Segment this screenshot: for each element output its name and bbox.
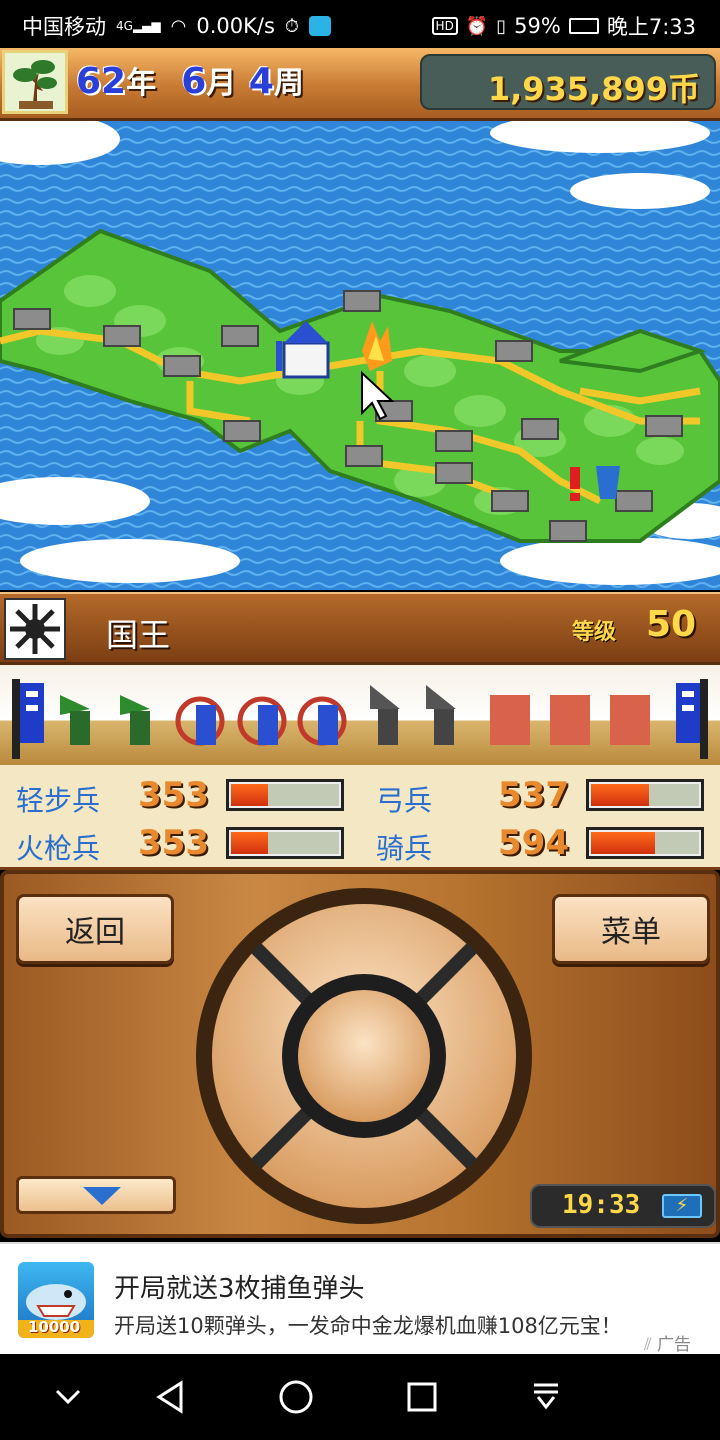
army-formation	[0, 662, 720, 768]
bonsai-tree-icon[interactable]	[2, 50, 68, 114]
year-unit: 年	[126, 66, 157, 101]
menu-button[interactable]: 菜单	[552, 894, 710, 964]
battery-icon	[568, 18, 599, 34]
map-canvas	[0, 121, 720, 590]
month-value: 6	[181, 61, 207, 102]
collapse-button[interactable]	[16, 1176, 176, 1214]
game-date: 62年 6月 4周	[76, 58, 304, 102]
infantry-soldiers-icon	[60, 695, 150, 745]
light-infantry-value: 353	[138, 775, 209, 815]
back-button[interactable]: 返回	[16, 894, 174, 964]
back-nav-button[interactable]	[142, 1372, 198, 1422]
ad-thumb-text: 10000	[28, 1318, 81, 1336]
archer-soldiers-icon	[175, 696, 347, 746]
troop-stats: 轻步兵 353 弓兵 537 火枪兵 353 骑兵 594	[0, 765, 720, 870]
navigation-bar	[0, 1354, 720, 1440]
timer-icon: ⏱	[284, 15, 299, 37]
cavalry-label: 骑兵	[376, 832, 433, 865]
year-value: 62	[76, 61, 127, 102]
status-bar: 中国移动 4G▂▄▆ ◠ 0.00K/s ⏱ HD ⏰ ▯ 59% 晚上7:33	[0, 0, 720, 48]
coin-counter: 1,935,899币	[420, 54, 716, 110]
ad-description: 开局送10颗弹头，一发命中金龙爆机血赚108亿元宝！	[114, 1314, 622, 1338]
coin-amount: 1,935,899币	[487, 70, 700, 108]
cavalry-soldiers-icon	[490, 695, 650, 745]
archer-value: 537	[498, 775, 569, 815]
chevron-down-icon	[83, 1187, 121, 1205]
ad-logo-icon: ⫽	[644, 1335, 652, 1355]
alarm-icon: ⏰	[465, 15, 489, 37]
notification-nav-button[interactable]	[518, 1372, 574, 1422]
archer-bar	[586, 779, 704, 811]
ad-shark-image[interactable]: 10000	[18, 1262, 94, 1338]
clan-crest-icon	[4, 598, 66, 660]
light-infantry-bar	[226, 779, 344, 811]
home-nav-button[interactable]	[268, 1372, 324, 1422]
direction-pad[interactable]	[196, 888, 532, 1224]
musketeer-label: 火枪兵	[16, 832, 101, 865]
musketeer-bar	[226, 827, 344, 859]
back-triangle-icon	[156, 1380, 183, 1414]
carrier-label: 中国移动	[22, 15, 106, 39]
light-infantry-label: 轻步兵	[16, 784, 101, 817]
ad-tag: ⫽ 广告	[644, 1335, 691, 1355]
ad-title[interactable]: 开局就送3枚捕鱼弹头	[114, 1268, 365, 1305]
hide-nav-button[interactable]	[40, 1372, 96, 1422]
signal-icon: 4G▂▄▆	[116, 19, 161, 33]
battery-percent: 59%	[514, 14, 561, 38]
world-map[interactable]	[0, 121, 720, 590]
vibrate-icon: ▯	[496, 15, 507, 37]
network-speed: 0.00K/s	[196, 14, 275, 38]
hd-icon: HD	[431, 17, 458, 35]
wifi-icon: ◠	[170, 15, 187, 37]
level-value: 50	[646, 604, 697, 645]
cavalry-bar	[586, 827, 704, 859]
clock-time: 19:33	[562, 1190, 641, 1220]
cavalry-value: 594	[498, 823, 569, 863]
game-clock: 19:33 ⚡	[530, 1184, 716, 1228]
week-value: 4	[248, 61, 274, 102]
week-unit: 周	[273, 66, 304, 101]
recents-square-icon	[407, 1382, 437, 1412]
clock-label: 晚上7:33	[606, 15, 696, 39]
battery-charging-icon: ⚡	[662, 1194, 702, 1218]
character-name: 国王	[106, 616, 171, 654]
home-circle-icon	[279, 1380, 313, 1414]
musketeer-value: 353	[138, 823, 209, 863]
game-header: 62年 6月 4周 1,935,899币	[0, 48, 720, 121]
level-label: 等级	[572, 620, 617, 645]
pull-down-icon	[534, 1383, 558, 1410]
character-bar: 国王 等级 50	[0, 592, 720, 664]
month-unit: 月	[206, 66, 237, 101]
chevron-down-icon	[55, 1389, 81, 1405]
ad-banner[interactable]: 10000 开局就送3枚捕鱼弹头 开局送10颗弹头，一发命中金龙爆机血赚108亿…	[0, 1242, 720, 1356]
gunner-soldiers-icon	[370, 685, 456, 745]
app-notification-icon	[308, 16, 331, 36]
archer-label: 弓兵	[376, 784, 433, 817]
dpad-center-button	[298, 990, 430, 1122]
recents-nav-button[interactable]	[394, 1372, 450, 1422]
